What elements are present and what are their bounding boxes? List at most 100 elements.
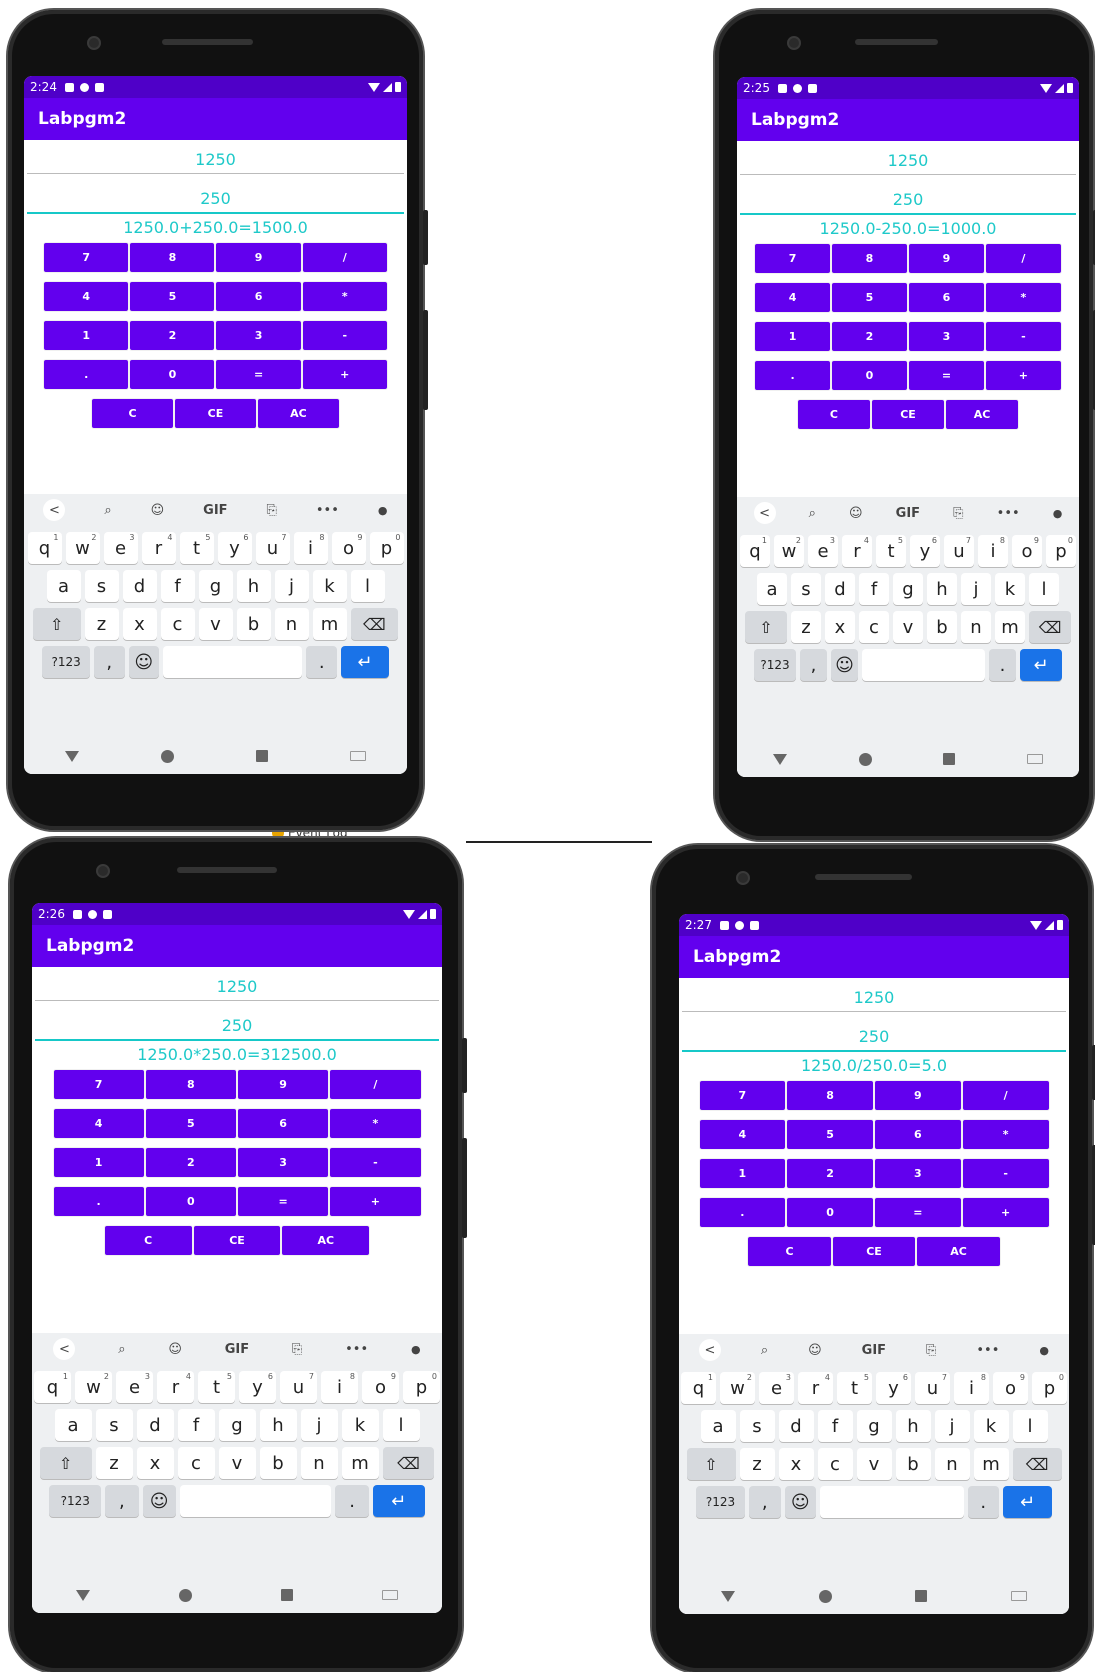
key-button[interactable]: z bbox=[84, 608, 119, 640]
calc-key-button[interactable]: 4 bbox=[52, 1108, 145, 1139]
calc-key-button[interactable]: = bbox=[237, 1186, 330, 1217]
space-key[interactable] bbox=[820, 1486, 964, 1518]
key-button[interactable]: i8 bbox=[321, 1371, 358, 1403]
number1-input[interactable]: 1250 bbox=[682, 984, 1066, 1012]
key-button[interactable]: o9 bbox=[1012, 535, 1042, 567]
backspace-key[interactable]: ⌫ bbox=[1029, 611, 1071, 643]
symbols-key[interactable]: ?123 bbox=[42, 646, 90, 678]
key-button[interactable]: q1 bbox=[681, 1372, 716, 1404]
key-button[interactable]: k bbox=[973, 1410, 1009, 1442]
key-button[interactable]: m bbox=[973, 1448, 1009, 1480]
calc-key-button[interactable]: 9 bbox=[237, 1069, 330, 1100]
key-button[interactable]: j bbox=[934, 1410, 970, 1442]
calc-key-button[interactable]: . bbox=[52, 1186, 145, 1217]
clear-key-button[interactable]: CE bbox=[870, 399, 946, 430]
calc-key-button[interactable]: * bbox=[984, 282, 1062, 313]
mic-icon[interactable]: ● bbox=[1039, 1344, 1049, 1357]
key-button[interactable]: m bbox=[995, 611, 1025, 643]
number1-input[interactable]: 1250 bbox=[740, 147, 1076, 175]
key-button[interactable]: n bbox=[274, 608, 309, 640]
keyboard-switch-icon[interactable] bbox=[350, 751, 366, 761]
symbols-key[interactable]: ?123 bbox=[754, 649, 796, 681]
key-button[interactable]: u7 bbox=[944, 535, 974, 567]
key-button[interactable]: q1 bbox=[740, 535, 770, 567]
clipboard-icon[interactable]: ⎘ bbox=[953, 506, 963, 521]
key-button[interactable]: e3 bbox=[103, 532, 138, 564]
calc-key-button[interactable]: 7 bbox=[43, 242, 130, 273]
key-button[interactable]: n bbox=[961, 611, 991, 643]
period-key[interactable]: . bbox=[989, 649, 1016, 681]
key-button[interactable]: u7 bbox=[255, 532, 290, 564]
calc-key-button[interactable]: 6 bbox=[215, 281, 302, 312]
key-button[interactable]: u7 bbox=[915, 1372, 950, 1404]
clear-key-button[interactable]: C bbox=[103, 1225, 193, 1256]
key-button[interactable]: z bbox=[95, 1447, 133, 1479]
key-button[interactable]: k bbox=[995, 573, 1025, 605]
back-icon[interactable]: < bbox=[43, 499, 66, 521]
key-button[interactable]: q1 bbox=[34, 1371, 71, 1403]
key-button[interactable]: t5 bbox=[837, 1372, 872, 1404]
keyboard-switch-icon[interactable] bbox=[381, 1590, 398, 1600]
calc-key-button[interactable]: 1 bbox=[698, 1158, 787, 1189]
key-button[interactable]: x bbox=[825, 611, 855, 643]
nav-home-icon[interactable] bbox=[858, 752, 872, 766]
clear-key-button[interactable]: CE bbox=[192, 1225, 282, 1256]
calc-key-button[interactable]: / bbox=[329, 1069, 422, 1100]
clear-key-button[interactable]: CE bbox=[831, 1236, 917, 1267]
gif-button[interactable]: GIF bbox=[896, 506, 920, 521]
gif-button[interactable]: GIF bbox=[225, 1342, 249, 1357]
calc-key-button[interactable]: 5 bbox=[831, 282, 908, 313]
clipboard-icon[interactable]: ⎘ bbox=[292, 1342, 302, 1357]
key-button[interactable]: y6 bbox=[876, 1372, 911, 1404]
key-button[interactable]: k bbox=[312, 570, 347, 602]
key-button[interactable]: c bbox=[160, 608, 195, 640]
back-icon[interactable]: < bbox=[53, 1338, 76, 1360]
clear-key-button[interactable]: AC bbox=[256, 398, 340, 429]
calc-key-button[interactable]: - bbox=[329, 1147, 422, 1178]
sticker-icon[interactable]: ☺ bbox=[168, 1342, 182, 1357]
key-button[interactable]: v bbox=[856, 1448, 892, 1480]
calc-key-button[interactable]: 9 bbox=[874, 1080, 962, 1111]
calc-key-button[interactable]: 1 bbox=[52, 1147, 145, 1178]
nav-home-icon[interactable] bbox=[179, 1588, 193, 1602]
calc-key-button[interactable]: 6 bbox=[237, 1108, 330, 1139]
key-button[interactable]: n bbox=[934, 1448, 970, 1480]
calc-key-button[interactable]: . bbox=[754, 360, 832, 391]
calc-key-button[interactable]: - bbox=[961, 1158, 1050, 1189]
keyboard-switch-icon[interactable] bbox=[1027, 754, 1044, 764]
nav-recents-icon[interactable] bbox=[915, 1590, 928, 1602]
key-button[interactable]: g bbox=[893, 573, 923, 605]
comma-key[interactable]: , bbox=[93, 646, 125, 678]
number2-input[interactable]: 250 bbox=[35, 1011, 439, 1041]
calc-key-button[interactable]: 8 bbox=[786, 1080, 874, 1111]
key-button[interactable]: o9 bbox=[362, 1371, 399, 1403]
clipboard-icon[interactable]: ⎘ bbox=[926, 1343, 936, 1358]
key-button[interactable]: x bbox=[122, 608, 157, 640]
calc-key-button[interactable]: 5 bbox=[129, 281, 216, 312]
key-button[interactable]: r4 bbox=[842, 535, 872, 567]
key-button[interactable]: x bbox=[136, 1447, 174, 1479]
number1-input[interactable]: 1250 bbox=[27, 146, 404, 174]
key-button[interactable]: j bbox=[300, 1409, 338, 1441]
calc-key-button[interactable]: 2 bbox=[831, 321, 908, 352]
key-button[interactable]: j bbox=[274, 570, 309, 602]
clear-key-button[interactable]: CE bbox=[173, 398, 257, 429]
comma-key[interactable]: , bbox=[800, 649, 827, 681]
key-button[interactable]: t5 bbox=[179, 532, 214, 564]
key-button[interactable]: l bbox=[1029, 573, 1059, 605]
key-button[interactable]: a bbox=[757, 573, 787, 605]
clipboard-icon[interactable]: ⎘ bbox=[267, 503, 277, 518]
enter-key[interactable]: ↵ bbox=[341, 646, 389, 678]
back-icon[interactable]: < bbox=[698, 1339, 721, 1361]
key-button[interactable]: k bbox=[341, 1409, 379, 1441]
key-button[interactable]: v bbox=[218, 1447, 256, 1479]
space-key[interactable] bbox=[163, 646, 303, 678]
calc-key-button[interactable]: 4 bbox=[698, 1119, 787, 1150]
sticker-icon[interactable]: ☺ bbox=[151, 503, 165, 518]
calc-key-button[interactable]: 4 bbox=[754, 282, 832, 313]
calc-key-button[interactable]: - bbox=[984, 321, 1062, 352]
key-button[interactable]: r4 bbox=[141, 532, 176, 564]
calc-key-button[interactable]: 3 bbox=[907, 321, 985, 352]
calc-key-button[interactable]: = bbox=[874, 1197, 962, 1228]
key-button[interactable]: b bbox=[236, 608, 271, 640]
